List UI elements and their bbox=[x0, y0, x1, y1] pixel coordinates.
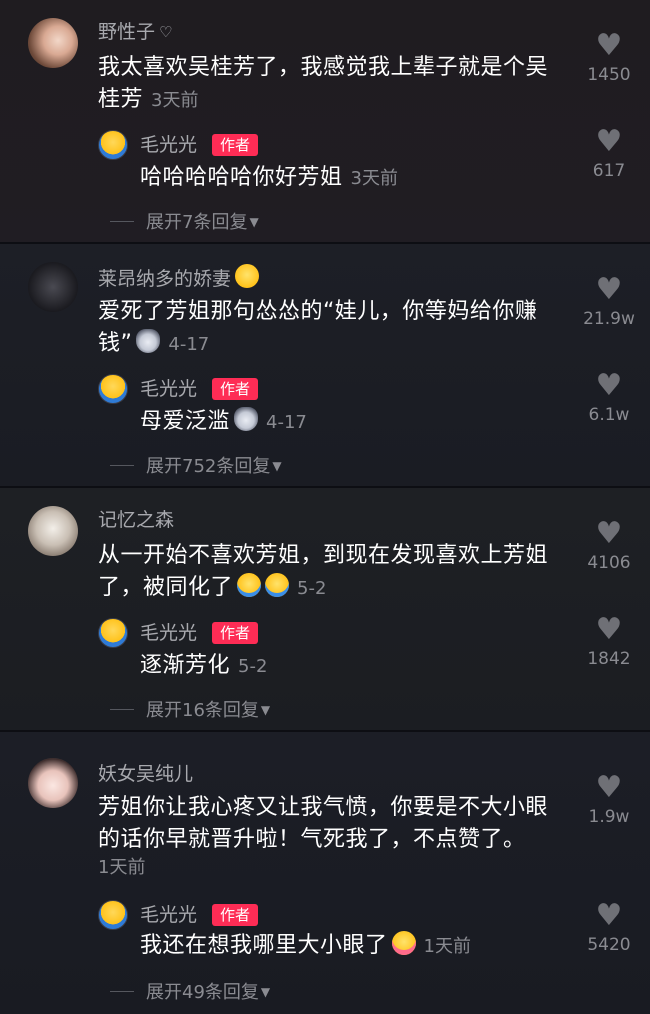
expand-replies-link[interactable]: 展开7条回复 ▼ bbox=[110, 210, 259, 235]
heart-icon: ♥ bbox=[595, 612, 623, 647]
divider-dash bbox=[110, 991, 134, 992]
author-badge: 作者 bbox=[212, 904, 258, 926]
like-button[interactable]: ♥ 1450 bbox=[574, 30, 644, 86]
commenter-username[interactable]: 莱昂纳多的娇妻 bbox=[98, 264, 260, 291]
commenter-username[interactable]: 妖女吴纯儿 bbox=[98, 762, 193, 786]
expand-replies-link[interactable]: 展开49条回复 ▼ bbox=[110, 980, 270, 1005]
reply-text[interactable]: 逐渐芳化 5-2 bbox=[140, 650, 560, 683]
comment-time: 3天前 bbox=[151, 90, 199, 111]
chevron-down-icon: ▼ bbox=[260, 985, 271, 999]
expand-replies-link[interactable]: 展开16条回复 ▼ bbox=[110, 698, 270, 723]
like-button[interactable]: ♥ 4106 bbox=[574, 518, 644, 574]
like-count: 21.9w bbox=[583, 309, 635, 329]
comment-text[interactable]: 芳姐你让我心疼又让我气愤，你要是不大小眼 的话你早就晋升啦！气死我了，不点赞了。 bbox=[98, 792, 578, 856]
reply-username[interactable]: 毛光光 bbox=[140, 903, 197, 927]
commenter-username[interactable]: 野性子 ♡ bbox=[98, 20, 172, 44]
reply-username[interactable]: 毛光光 bbox=[140, 621, 197, 645]
like-count: 1450 bbox=[587, 65, 631, 85]
reply-avatar[interactable] bbox=[98, 130, 128, 160]
heart-icon: ♥ bbox=[595, 272, 623, 307]
reply-username[interactable]: 毛光光 bbox=[140, 377, 197, 401]
reply-time: 5-2 bbox=[238, 656, 268, 677]
reply-time: 1天前 bbox=[423, 936, 471, 957]
reply-like-button[interactable]: ♥ 617 bbox=[574, 126, 644, 182]
comment-card-3: 记忆之森 从一开始不喜欢芳姐，到现在发现喜欢上芳姐 了，被同化了 5-2 ♥ 41… bbox=[0, 488, 650, 732]
author-badge: 作者 bbox=[212, 134, 258, 156]
reply-like-button[interactable]: ♥ 1842 bbox=[574, 614, 644, 670]
comment-time: 1天前 bbox=[98, 857, 146, 878]
heart-icon: ♥ bbox=[595, 368, 623, 403]
reply-text[interactable]: 哈哈哈哈哈你好芳姐 3天前 bbox=[140, 162, 560, 195]
like-count: 1.9w bbox=[588, 807, 630, 827]
comment-time: 5-2 bbox=[297, 578, 327, 599]
comment-text[interactable]: 从一开始不喜欢芳姐，到现在发现喜欢上芳姐 了，被同化了 5-2 bbox=[98, 540, 578, 605]
commenter-avatar[interactable] bbox=[28, 758, 78, 808]
heart-icon: ♥ bbox=[595, 28, 623, 63]
comment-text[interactable]: 我太喜欢吴桂芳了，我感觉我上辈子就是个吴 桂芳 3天前 bbox=[98, 52, 578, 117]
like-count: 6.1w bbox=[588, 405, 630, 425]
comment-time: 4-17 bbox=[168, 334, 210, 355]
reply-avatar[interactable] bbox=[98, 374, 128, 404]
reply-like-button[interactable]: ♥ 5420 bbox=[574, 900, 644, 956]
reply-text[interactable]: 我还在想我哪里大小眼了 1天前 bbox=[140, 930, 560, 963]
author-badge: 作者 bbox=[212, 378, 258, 400]
divider-dash bbox=[110, 221, 134, 222]
like-count: 1842 bbox=[587, 649, 631, 669]
divider-dash bbox=[110, 465, 134, 466]
laugh-cry-emoji-icon bbox=[237, 573, 262, 597]
chevron-down-icon: ▼ bbox=[249, 215, 259, 229]
comment-text[interactable]: 爱死了芳姐那句怂怂的“娃儿，你等妈给你赚 钱” 4-17 bbox=[98, 296, 578, 361]
commenter-avatar[interactable] bbox=[28, 262, 78, 312]
reply-text[interactable]: 母爱泛滥 4-17 bbox=[140, 406, 560, 439]
commenter-username[interactable]: 记忆之森 bbox=[98, 508, 174, 532]
reply-time: 3天前 bbox=[350, 168, 398, 189]
author-badge: 作者 bbox=[212, 622, 258, 644]
wolf-emoji-icon bbox=[136, 329, 161, 353]
commenter-avatar[interactable] bbox=[28, 506, 78, 556]
divider-dash bbox=[110, 709, 134, 710]
like-button[interactable]: ♥ 21.9w bbox=[574, 274, 644, 330]
silly-face-emoji-icon bbox=[391, 931, 416, 955]
commenter-avatar[interactable] bbox=[28, 18, 78, 68]
heart-icon: ♥ bbox=[595, 770, 623, 805]
reply-avatar[interactable] bbox=[98, 900, 128, 930]
like-count: 617 bbox=[592, 161, 626, 181]
heart-icon: ♥ bbox=[595, 516, 623, 551]
expand-replies-link[interactable]: 展开752条回复 ▼ bbox=[110, 454, 282, 479]
chevron-down-icon: ▼ bbox=[260, 703, 271, 717]
laugh-cry-emoji-icon bbox=[265, 573, 290, 597]
heart-icon: ♥ bbox=[595, 124, 623, 159]
heart-outline-icon: ♡ bbox=[159, 23, 173, 41]
reply-avatar[interactable] bbox=[98, 618, 128, 648]
heart-icon: ♥ bbox=[595, 898, 623, 933]
chevron-down-icon: ▼ bbox=[272, 459, 282, 473]
reply-time: 4-17 bbox=[266, 412, 307, 433]
like-button[interactable]: ♥ 1.9w bbox=[574, 772, 644, 828]
reply-username[interactable]: 毛光光 bbox=[140, 133, 197, 157]
reply-like-button[interactable]: ♥ 6.1w bbox=[574, 370, 644, 426]
comment-card-4: 妖女吴纯儿 芳姐你让我心疼又让我气愤，你要是不大小眼 的话你早就晋升啦！气死我了… bbox=[0, 732, 650, 1014]
comment-card-1: 野性子 ♡ 我太喜欢吴桂芳了，我感觉我上辈子就是个吴 桂芳 3天前 ♥ 1450 毛… bbox=[0, 0, 650, 244]
comment-card-2: 莱昂纳多的娇妻 爱死了芳姐那句怂怂的“娃儿，你等妈给你赚 钱” 4-17 ♥ 21… bbox=[0, 244, 650, 488]
like-count: 4106 bbox=[587, 553, 631, 573]
blush-emoji-icon bbox=[235, 264, 260, 288]
wolf-emoji-icon bbox=[234, 407, 259, 431]
like-count: 5420 bbox=[587, 935, 631, 955]
